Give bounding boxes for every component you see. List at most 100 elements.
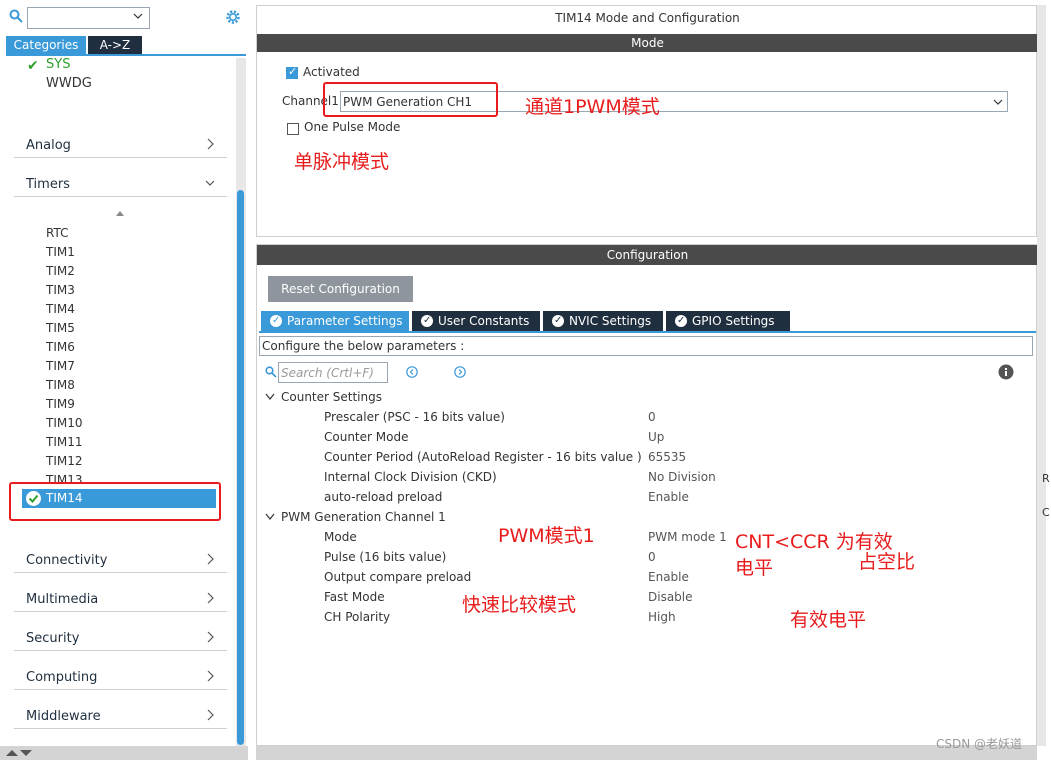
one-pulse-mode-label: One Pulse Mode <box>304 120 401 134</box>
watermark: CSDN @老妖道 <box>936 737 1023 751</box>
sidebar-item-tim4[interactable]: TIM4 <box>46 302 75 316</box>
chevron-down-icon <box>265 393 275 400</box>
group-counter-settings[interactable]: Counter Settings <box>265 390 382 404</box>
tab-label: Parameter Settings <box>287 314 403 328</box>
annotation-duty-cycle: 占空比 <box>858 551 916 573</box>
check-circle-icon <box>421 311 433 331</box>
param-value[interactable]: Enable <box>648 490 689 504</box>
configuration-header: Configuration <box>257 245 1038 265</box>
sidebar-item-tim11[interactable]: TIM11 <box>46 435 83 449</box>
tab-a-z[interactable]: A->Z <box>88 36 142 54</box>
chevron-down-icon[interactable] <box>133 11 143 21</box>
sidebar-item-sys[interactable]: SYS <box>46 57 70 72</box>
info-icon[interactable] <box>998 364 1014 380</box>
param-name: Prescaler (PSC - 16 bits value) <box>324 410 505 424</box>
section-connectivity[interactable]: Connectivity <box>14 549 227 573</box>
sidebar-item-wwdg[interactable]: WWDG <box>46 76 92 91</box>
sidebar-scrollbar-thumb[interactable] <box>237 190 244 745</box>
section-analog[interactable]: Analog <box>14 134 227 158</box>
param-name: CH Polarity <box>324 610 391 624</box>
param-name: Fast Mode <box>324 590 385 604</box>
param-name: Pulse (16 bits value) <box>324 550 447 564</box>
one-pulse-mode-checkbox[interactable] <box>287 123 299 135</box>
tab-gpio-settings[interactable]: GPIO Settings <box>666 311 790 331</box>
bottom-scrollbar[interactable] <box>256 746 1037 760</box>
category-tabs: Categories A->Z <box>6 36 246 56</box>
param-value[interactable]: Up <box>648 430 664 444</box>
page-title: TIM14 Mode and Configuration <box>555 11 740 25</box>
tab-label: User Constants <box>438 314 530 328</box>
configuration-tabs: Parameter Settings User Constants NVIC S… <box>259 311 1036 333</box>
tab-categories[interactable]: Categories <box>6 36 86 54</box>
collapse-arrows-icon[interactable] <box>4 748 34 758</box>
param-value[interactable]: PWM mode 1 <box>648 530 727 544</box>
check-circle-icon <box>552 311 564 331</box>
tab-parameter-settings[interactable]: Parameter Settings <box>261 311 409 331</box>
activated-checkbox[interactable] <box>286 65 298 79</box>
peripheral-search-combo[interactable] <box>27 7 150 29</box>
scroll-up-icon[interactable] <box>114 209 126 219</box>
section-label: Connectivity <box>26 553 108 568</box>
chevron-right-icon <box>207 138 214 150</box>
section-middleware[interactable]: Middleware <box>14 705 227 729</box>
sidebar-item-tim5[interactable]: TIM5 <box>46 321 75 335</box>
param-value[interactable]: 65535 <box>648 450 686 464</box>
sidebar-item-tim10[interactable]: TIM10 <box>46 416 83 430</box>
sidebar-bottom-bar <box>0 746 248 760</box>
sidebar-item-tim2[interactable]: TIM2 <box>46 264 75 278</box>
tab-user-constants[interactable]: User Constants <box>412 311 540 331</box>
sidebar-item-rtc[interactable]: RTC <box>46 226 68 240</box>
param-value[interactable]: Enable <box>648 570 689 584</box>
section-security[interactable]: Security <box>14 627 227 651</box>
section-multimedia[interactable]: Multimedia <box>14 588 227 612</box>
mode-panel: TIM14 Mode and Configuration Mode Activa… <box>256 5 1038 237</box>
annotation-highlight-box <box>9 482 221 521</box>
param-name: Output compare preload <box>324 570 472 584</box>
sidebar-item-tim8[interactable]: TIM8 <box>46 378 75 392</box>
sidebar-item-tim7[interactable]: TIM7 <box>46 359 75 373</box>
sidebar-item-tim12[interactable]: TIM12 <box>46 454 83 468</box>
section-label: Computing <box>26 670 98 685</box>
param-name: auto-reload preload <box>324 490 443 504</box>
sidebar-item-tim6[interactable]: TIM6 <box>46 340 75 354</box>
param-value[interactable]: High <box>648 610 676 624</box>
annotation-fast-compare: 快速比较模式 <box>462 594 577 616</box>
check-circle-icon <box>270 311 282 331</box>
param-value[interactable]: 0 <box>648 550 656 564</box>
sidebar-item-tim9[interactable]: TIM9 <box>46 397 75 411</box>
search-icon[interactable] <box>9 9 23 23</box>
chevron-right-icon <box>207 592 214 604</box>
annotation-highlight-box <box>323 82 498 117</box>
section-computing[interactable]: Computing <box>14 666 227 690</box>
group-pwm-generation-channel-1[interactable]: PWM Generation Channel 1 <box>265 510 446 524</box>
check-circle-icon <box>675 311 687 331</box>
gear-icon[interactable] <box>224 8 242 26</box>
next-result-icon[interactable] <box>454 366 466 378</box>
reset-configuration-button[interactable]: Reset Configuration <box>268 276 413 302</box>
chevron-down-icon <box>265 513 275 520</box>
param-value[interactable]: No Division <box>648 470 716 484</box>
section-label: Security <box>26 631 80 646</box>
tab-label: GPIO Settings <box>692 314 775 328</box>
edge-text: R <box>1042 472 1050 485</box>
annotation-channel-pwm: 通道1PWM模式 <box>525 96 660 118</box>
right-scrollbar[interactable] <box>1037 5 1046 746</box>
param-value[interactable]: 0 <box>648 410 656 424</box>
edge-text: C <box>1042 506 1050 519</box>
section-label: Analog <box>26 138 71 153</box>
param-name: Counter Period (AutoReload Register - 16… <box>324 450 642 464</box>
check-icon: ✔ <box>27 58 39 74</box>
annotation-pwm-mode1: PWM模式1 <box>498 525 595 547</box>
search-icon <box>265 366 277 378</box>
param-value[interactable]: Disable <box>648 590 693 604</box>
section-timers[interactable]: Timers <box>14 173 227 197</box>
tab-label: NVIC Settings <box>569 314 652 328</box>
sidebar-item-tim3[interactable]: TIM3 <box>46 283 75 297</box>
chevron-right-icon <box>207 709 214 721</box>
parameter-search-input[interactable]: Search (Crtl+F) <box>278 362 388 383</box>
sidebar-item-tim1[interactable]: TIM1 <box>46 245 75 259</box>
configuration-panel: Configuration Reset Configuration Parame… <box>256 244 1038 746</box>
tab-nvic-settings[interactable]: NVIC Settings <box>543 311 663 331</box>
previous-result-icon[interactable] <box>406 366 418 378</box>
section-label: Timers <box>26 177 70 192</box>
